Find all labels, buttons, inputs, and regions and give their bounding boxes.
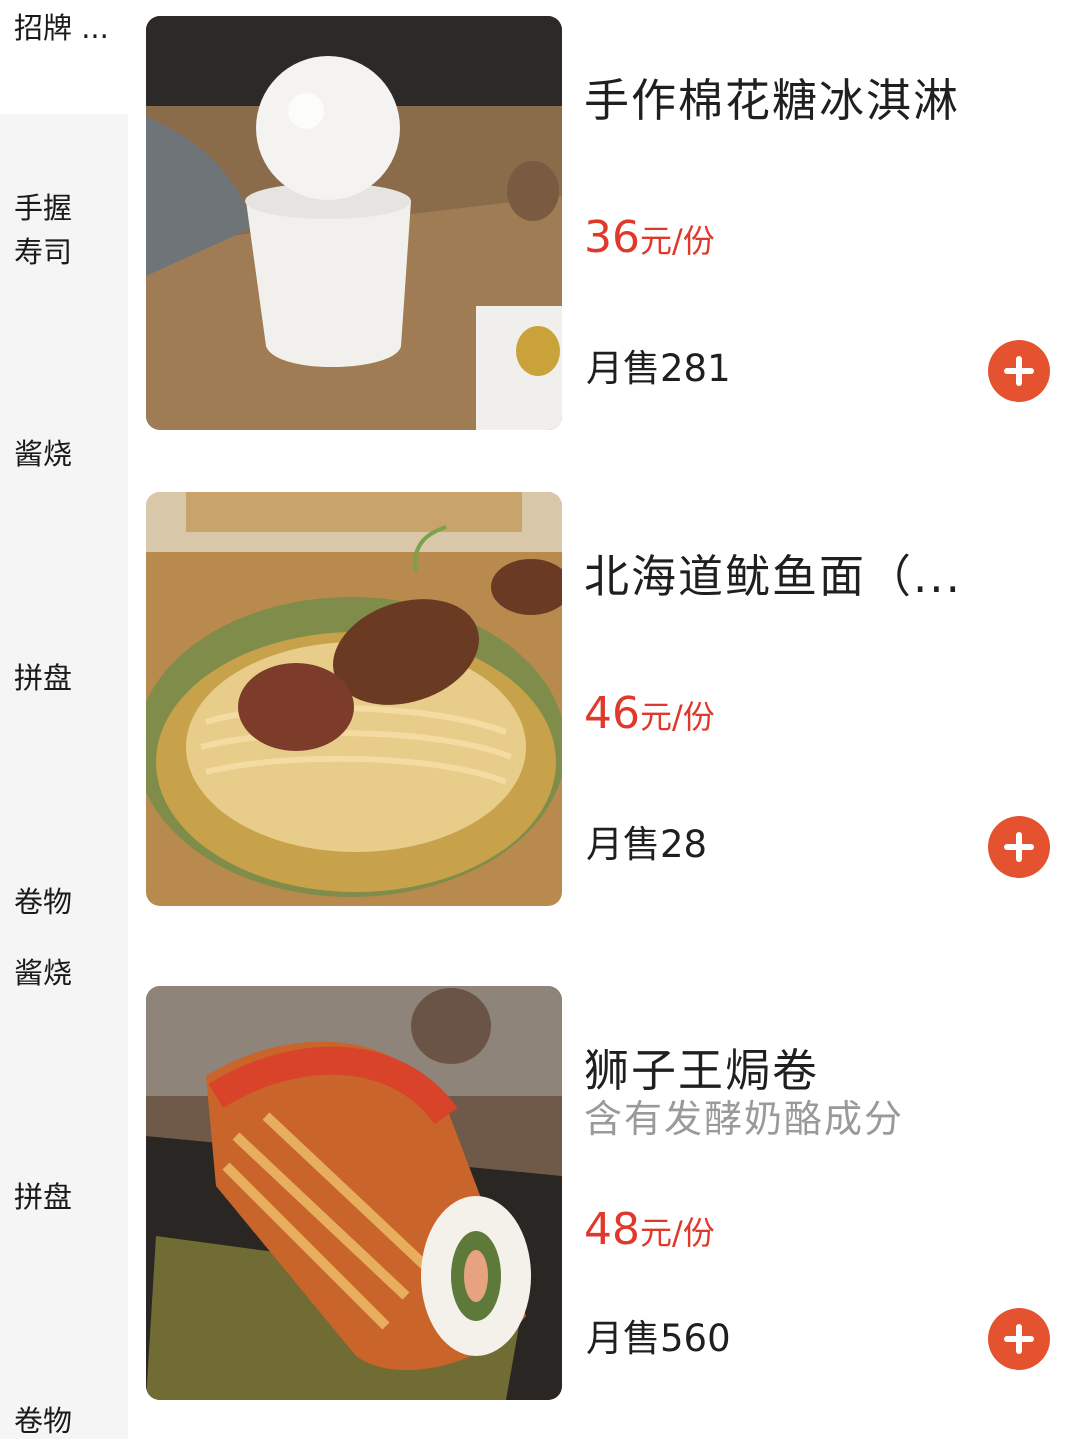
sidebar-item-signature[interactable]: 招牌 ... [14, 6, 109, 50]
sidebar-item-rolls[interactable]: 卷物 [14, 880, 72, 924]
price-value: 36 [584, 212, 640, 263]
baked-roll-image [146, 986, 562, 1400]
item-name: 北海道鱿鱼面（... [584, 550, 962, 603]
sidebar-item-rolls-2[interactable]: 卷物 [14, 1399, 72, 1439]
monthly-sales: 月售560 [586, 1317, 731, 1360]
menu-item[interactable]: 手作棉花糖冰淇淋 36元/份 月售281 [146, 16, 1080, 436]
squid-noodle-photo[interactable] [146, 492, 562, 906]
price-value: 46 [584, 688, 640, 739]
price-unit: 元/份 [640, 222, 715, 260]
dessert-image [146, 16, 562, 430]
baked-roll-photo[interactable] [146, 986, 562, 1400]
add-to-cart-button[interactable] [988, 1308, 1050, 1370]
price-unit: 元/份 [640, 1214, 715, 1252]
add-to-cart-button[interactable] [988, 816, 1050, 878]
monthly-sales: 月售281 [586, 347, 731, 390]
item-name: 手作棉花糖冰淇淋 [584, 74, 961, 127]
item-price: 48元/份 [584, 1204, 715, 1255]
dessert-photo[interactable] [146, 16, 562, 430]
sidebar-item-platter[interactable]: 拼盘 [14, 656, 72, 700]
price-unit: 元/份 [640, 698, 715, 736]
monthly-sales: 月售28 [586, 823, 708, 866]
add-to-cart-button[interactable] [988, 340, 1050, 402]
category-sidebar: 招牌 ... 手握 寿司 酱烧 拼盘 卷物 酱烧 拼盘 卷物 [0, 0, 128, 1439]
sidebar-item-sauce-grill[interactable]: 酱烧 [14, 432, 72, 476]
menu-item[interactable]: 北海道鱿鱼面（... 46元/份 月售28 [146, 492, 1080, 912]
item-description: 含有发酵奶酪成分 [584, 1097, 905, 1141]
item-price: 36元/份 [584, 212, 715, 263]
menu-item[interactable]: 狮子王焗卷 含有发酵奶酪成分 48元/份 月售560 [146, 986, 1080, 1406]
sidebar-item-platter-2[interactable]: 拼盘 [14, 1175, 72, 1219]
squid-noodle-image [146, 492, 562, 906]
sidebar-item-hand-sushi[interactable]: 手握 寿司 [14, 186, 72, 274]
sidebar-item-sauce-grill-2[interactable]: 酱烧 [14, 951, 72, 995]
item-price: 46元/份 [584, 688, 715, 739]
price-value: 48 [584, 1204, 640, 1255]
